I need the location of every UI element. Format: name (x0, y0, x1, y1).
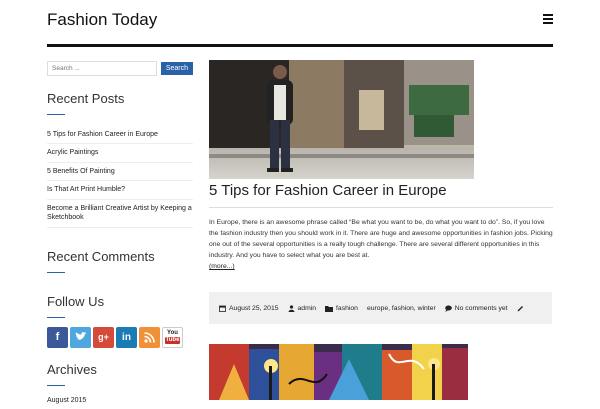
user-icon (288, 304, 295, 312)
calendar-icon (219, 305, 226, 312)
edit-post[interactable] (517, 305, 524, 312)
post-tags: europe, fashion, winter (367, 305, 436, 312)
search-form: Search (47, 60, 193, 76)
second-post-image[interactable] (209, 344, 468, 400)
post-excerpt: In Europe, there is an awesome phrase ca… (209, 217, 553, 272)
search-input[interactable] (47, 60, 157, 76)
site-header: Fashion Today (47, 0, 553, 47)
recent-comments-title: Recent Comments (47, 248, 155, 264)
list-item[interactable]: 5 Benefits Of Painting (47, 163, 193, 182)
youtube-icon[interactable]: You Tube (162, 326, 183, 348)
widget-underline (47, 316, 65, 318)
widget-underline (47, 384, 65, 386)
archive-item[interactable]: August 2015 (47, 392, 193, 409)
widget-underline (47, 271, 65, 273)
featured-image[interactable] (209, 60, 474, 179)
facebook-icon[interactable]: f (47, 326, 68, 348)
post-author: admin (288, 304, 317, 312)
search-button[interactable]: Search (160, 61, 193, 75)
widget-underline (47, 114, 65, 115)
author-link[interactable]: admin (298, 305, 317, 312)
post-comments: No comments yet (444, 305, 508, 312)
recent-comments-widget: Recent Comments (47, 249, 193, 273)
recent-posts-title: Recent Posts (47, 91, 125, 106)
post-divider (209, 207, 553, 208)
recent-posts-list: 5 Tips for Fashion Career in Europe Acry… (47, 126, 193, 228)
hamburger-menu-icon[interactable] (543, 14, 553, 24)
excerpt-text: In Europe, there is an awesome phrase ca… (209, 219, 553, 259)
category-link[interactable]: fashion (336, 305, 358, 312)
date-text: August 25, 2015 (229, 304, 279, 312)
list-item[interactable]: Acrylic Paintings (47, 144, 193, 163)
linkedin-icon[interactable]: in (116, 326, 137, 348)
sidebar: Search Recent Posts 5 Tips for Fashion C… (47, 60, 193, 409)
archives-title: Archives (47, 361, 97, 377)
main-content: 5 Tips for Fashion Career in Europe In E… (209, 60, 553, 272)
list-item[interactable]: 5 Tips for Fashion Career in Europe (47, 126, 193, 145)
recent-posts-widget: Recent Posts 5 Tips for Fashion Career i… (47, 91, 193, 228)
tags-link[interactable]: europe, fashion, winter (367, 305, 436, 312)
rss-icon[interactable] (139, 326, 160, 348)
list-item[interactable]: Is That Art Print Humble? (47, 181, 193, 200)
post-date: August 25, 2015 (219, 305, 279, 312)
archives-widget: Archives August 2015 (47, 362, 193, 409)
twitter-icon[interactable] (70, 326, 91, 348)
post-meta-bar: August 25, 2015 admin fashion europe, fa… (209, 292, 552, 324)
pencil-icon[interactable] (517, 305, 524, 312)
list-item[interactable]: Become a Brilliant Creative Artist by Ke… (47, 200, 193, 228)
comment-icon (444, 305, 452, 312)
folder-icon (325, 305, 334, 312)
read-more-link[interactable]: (more...) (209, 263, 235, 270)
follow-us-widget: Follow Us f g+ in You Tube (47, 294, 193, 348)
site-title[interactable]: Fashion Today (47, 10, 157, 30)
follow-us-title: Follow Us (47, 293, 105, 309)
comments-link[interactable]: No comments yet (455, 305, 508, 312)
social-icons: f g+ in You Tube (47, 326, 193, 348)
google-plus-icon[interactable]: g+ (93, 326, 114, 348)
post-title[interactable]: 5 Tips for Fashion Career in Europe (209, 182, 553, 199)
post-category: fashion (325, 305, 358, 312)
